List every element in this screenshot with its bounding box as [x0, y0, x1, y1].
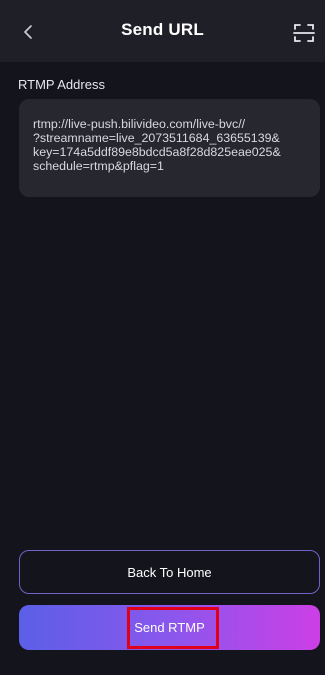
top-bar: Send URL [0, 0, 325, 62]
back-to-home-button[interactable]: Back To Home [19, 550, 320, 594]
scan-button[interactable] [293, 22, 315, 44]
send-rtmp-button[interactable]: Send RTMP [19, 605, 320, 650]
rtmp-address-value: rtmp://live-push.bilivideo.com/live-bvc/… [33, 117, 281, 173]
scan-icon [293, 24, 315, 42]
page-title: Send URL [121, 20, 204, 39]
back-to-home-label: Back To Home [127, 564, 212, 580]
rtmp-address-field[interactable]: rtmp://live-push.bilivideo.com/live-bvc/… [19, 99, 320, 197]
send-url-screen: Send URL RTMP Address rtmp://live-push.b… [0, 0, 325, 675]
send-rtmp-label: Send RTMP [134, 620, 205, 635]
rtmp-address-label: RTMP Address [18, 77, 105, 92]
